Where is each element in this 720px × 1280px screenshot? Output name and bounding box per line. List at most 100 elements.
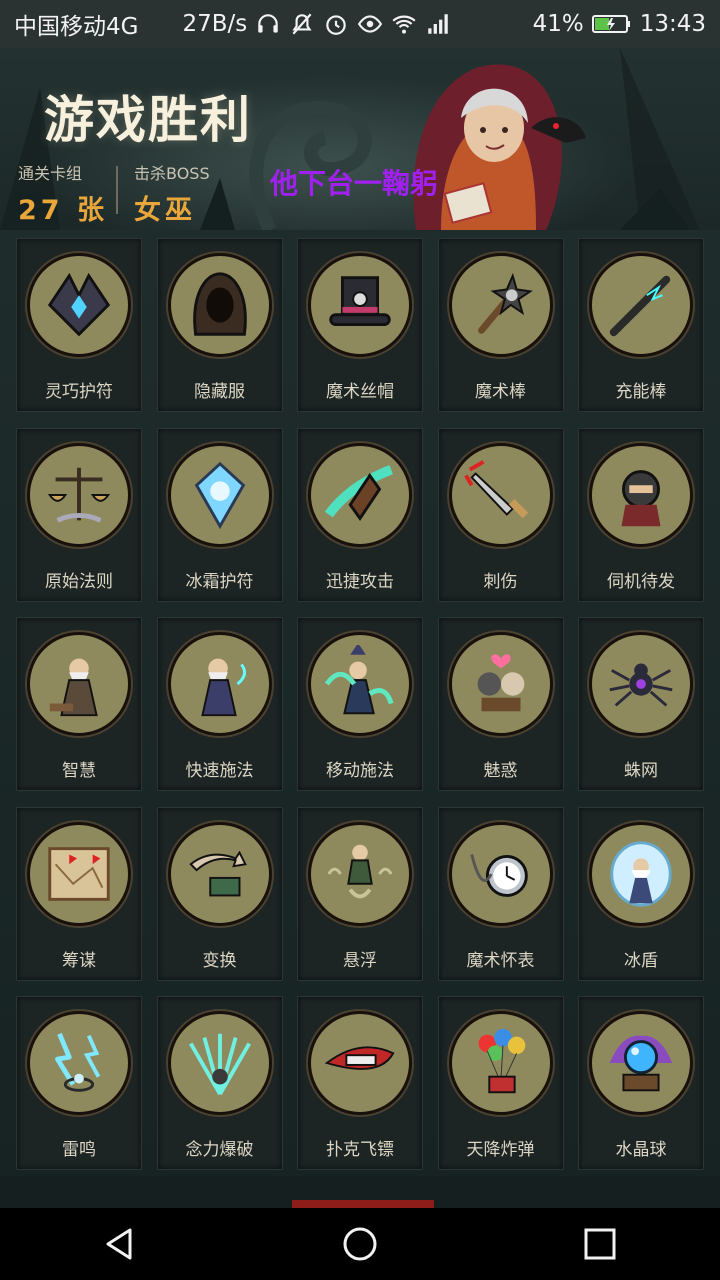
card-item[interactable]: 刺伤	[437, 427, 564, 602]
home-icon	[343, 1227, 377, 1261]
eye-icon	[357, 11, 383, 37]
swap-icon	[167, 821, 272, 926]
card-item[interactable]: 念力爆破	[156, 996, 283, 1170]
home-button[interactable]	[330, 1214, 390, 1274]
card-label: 水晶球	[615, 1140, 667, 1160]
card-item[interactable]: 快速施法	[156, 617, 283, 791]
card-item[interactable]: 伺机待发	[578, 427, 704, 602]
card-label: 快速施法	[185, 761, 254, 781]
card-item[interactable]: 冰盾	[578, 806, 704, 981]
card-label: 刺伤	[483, 571, 518, 592]
card-label: 魔术怀表	[466, 950, 535, 971]
map-icon	[27, 821, 131, 926]
charge-rod-icon	[589, 253, 693, 357]
card-grid: 灵巧护符 隐藏服 魔术丝帽 魔术棒 充能棒原始法则 冰霜护符 迅捷攻击 刺伤 伺机待发智慧 快速施…	[0, 230, 720, 1176]
casting-wizard-icon	[308, 632, 412, 736]
psychic-blast-icon	[167, 1011, 272, 1115]
card-item[interactable]: 天降炸弹	[437, 996, 564, 1170]
witch-boss-illustration	[386, 48, 616, 230]
card-label: 魅惑	[483, 761, 518, 781]
card-label: 伺机待发	[607, 571, 675, 592]
network-speed: 27B/s	[182, 11, 248, 37]
sage-icon	[27, 632, 131, 736]
wizard-icon	[167, 632, 272, 736]
mute-icon	[289, 11, 315, 37]
thunder-icon	[27, 1011, 131, 1115]
balloon-bomb-icon	[448, 1011, 553, 1115]
charm-icon	[448, 632, 553, 736]
magic-wand-icon	[448, 253, 553, 357]
card-item[interactable]: 蛛网	[578, 617, 704, 791]
card-item[interactable]: 扑克飞镖	[297, 996, 423, 1170]
card-item[interactable]: 雷鸣	[16, 996, 142, 1170]
recents-button[interactable]	[570, 1214, 630, 1274]
card-item[interactable]: 移动施法	[297, 617, 423, 791]
clock: 13:43	[639, 11, 706, 37]
card-label: 魔术丝帽	[326, 382, 394, 402]
card-label: 念力爆破	[185, 1140, 254, 1160]
boss-kill-value: 女巫	[134, 195, 196, 226]
ninja-icon	[589, 442, 693, 547]
boss-kill-label: 击杀BOSS	[134, 164, 210, 183]
card-item[interactable]: 变换	[156, 806, 283, 981]
card-label: 天降炸弹	[466, 1140, 535, 1160]
card-label: 冰盾	[624, 950, 658, 971]
hood-icon	[167, 253, 272, 357]
boss-kill-stat: 击杀BOSS 女巫	[134, 160, 210, 227]
top-hat-icon	[308, 253, 412, 357]
frost-amulet-icon	[167, 442, 272, 547]
headphones-icon	[255, 11, 281, 37]
card-item[interactable]: 隐藏服	[156, 238, 283, 412]
continue-tab[interactable]	[292, 1200, 434, 1208]
battery-icon	[591, 11, 632, 37]
swift-attack-icon	[308, 442, 412, 547]
pocket-watch-icon	[448, 821, 553, 926]
page-title: 游戏胜利	[44, 90, 252, 149]
cleared-deck-label: 通关卡组	[18, 164, 83, 183]
card-item[interactable]: 原始法则	[16, 427, 142, 602]
card-label: 充能棒	[615, 382, 667, 402]
levitate-icon	[308, 821, 412, 926]
card-label: 迅捷攻击	[326, 571, 394, 592]
card-item[interactable]: 魔术棒	[437, 238, 564, 412]
card-label: 蛛网	[624, 761, 658, 781]
card-label: 扑克飞镖	[326, 1140, 394, 1160]
card-label: 移动施法	[326, 761, 394, 781]
bottom-strip	[0, 1176, 720, 1208]
system-nav-bar	[0, 1208, 720, 1280]
card-label: 魔术棒	[475, 382, 526, 402]
card-item[interactable]: 充能棒	[578, 238, 704, 412]
card-item[interactable]: 迅捷攻击	[297, 427, 423, 602]
carrier-label: 中国移动4G	[14, 14, 139, 40]
card-label: 变换	[202, 950, 237, 971]
overlay-caption: 他下台一鞠躬	[270, 167, 439, 200]
back-button[interactable]	[90, 1214, 150, 1274]
dagger-icon	[448, 442, 553, 547]
card-label: 冰霜护符	[185, 571, 254, 592]
recents-icon	[584, 1228, 616, 1260]
cleared-deck-stat: 通关卡组 27 张	[18, 160, 108, 227]
card-item[interactable]: 悬浮	[297, 806, 423, 981]
card-label: 灵巧护符	[45, 382, 113, 402]
card-item[interactable]: 智慧	[16, 617, 142, 791]
alarm-icon	[323, 11, 349, 37]
card-label: 雷鸣	[62, 1140, 96, 1160]
card-label: 筹谋	[62, 950, 96, 971]
status-bar: 中国移动4G 27B/s 41% 13:43	[0, 0, 720, 48]
card-item[interactable]: 筹谋	[16, 806, 142, 981]
card-label: 智慧	[62, 761, 96, 781]
card-item[interactable]: 魔术丝帽	[297, 238, 423, 412]
spider-icon	[589, 632, 693, 736]
card-item[interactable]: 水晶球	[578, 996, 704, 1170]
victory-header: 游戏胜利 通关卡组 27 张 击杀BOSS 女巫 他下台一鞠躬	[0, 48, 720, 230]
signal-icon	[425, 11, 451, 37]
card-item[interactable]: 灵巧护符	[16, 238, 142, 412]
ice-shield-icon	[589, 821, 693, 926]
card-item[interactable]: 冰霜护符	[156, 427, 283, 602]
card-label: 悬浮	[343, 950, 377, 971]
amulet-icon	[27, 253, 131, 357]
card-item[interactable]: 魔术怀表	[437, 806, 564, 981]
card-item[interactable]: 魅惑	[437, 617, 564, 791]
scales-icon	[27, 442, 131, 547]
cleared-deck-value: 27 张	[18, 195, 108, 226]
